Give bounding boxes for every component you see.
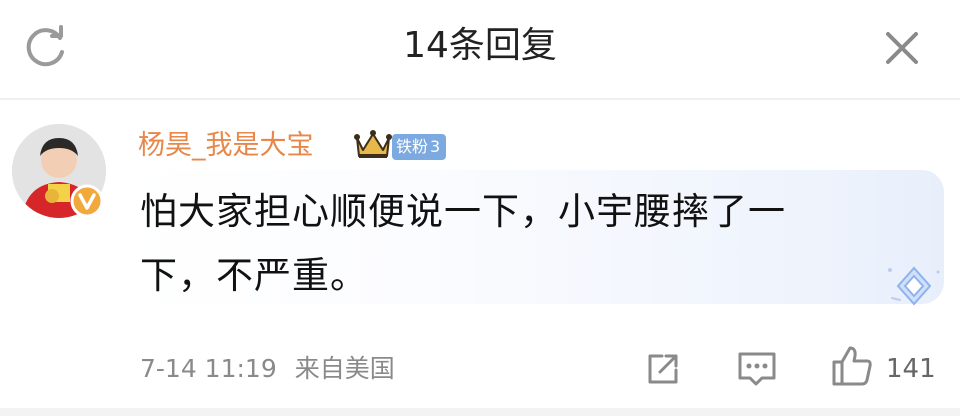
- fan-badge-label: 铁粉: [396, 137, 429, 156]
- modal-header: 14条回复: [0, 0, 960, 96]
- comment-icon: [738, 352, 776, 386]
- page-title: 14条回复: [403, 25, 557, 66]
- crown-icon: [354, 130, 392, 158]
- comment-source: 来自美国: [294, 354, 395, 383]
- thumbs-up-icon: [832, 346, 872, 386]
- header-divider: [0, 98, 960, 100]
- share-icon: [648, 354, 678, 384]
- comment-button[interactable]: [736, 350, 778, 388]
- bottom-divider: [0, 408, 960, 416]
- like-button[interactable]: [830, 344, 874, 388]
- comment-text-line-1: 怕大家担心顺便说一下，小宇腰摔了一: [140, 190, 786, 233]
- like-count: 141: [886, 354, 936, 384]
- comment-text-line-2: 下，不严重。: [140, 254, 368, 297]
- fan-badge-level: 3: [430, 137, 441, 156]
- comment-username[interactable]: 杨昊_我是大宝: [138, 126, 314, 166]
- share-button[interactable]: [644, 350, 682, 388]
- diamond-icon: [888, 266, 940, 306]
- fan-badge: 铁粉 3: [392, 134, 447, 160]
- verified-badge-icon: [70, 184, 104, 218]
- comment-timestamp: 7-14 11:19: [140, 354, 277, 383]
- close-icon: [886, 32, 918, 64]
- comment-text: 怕大家担心顺便说一下，小宇腰摔了一 下，不严重。: [140, 180, 880, 308]
- comment-meta: 7-14 11:19 来自美国: [140, 350, 395, 388]
- close-button[interactable]: [876, 22, 928, 74]
